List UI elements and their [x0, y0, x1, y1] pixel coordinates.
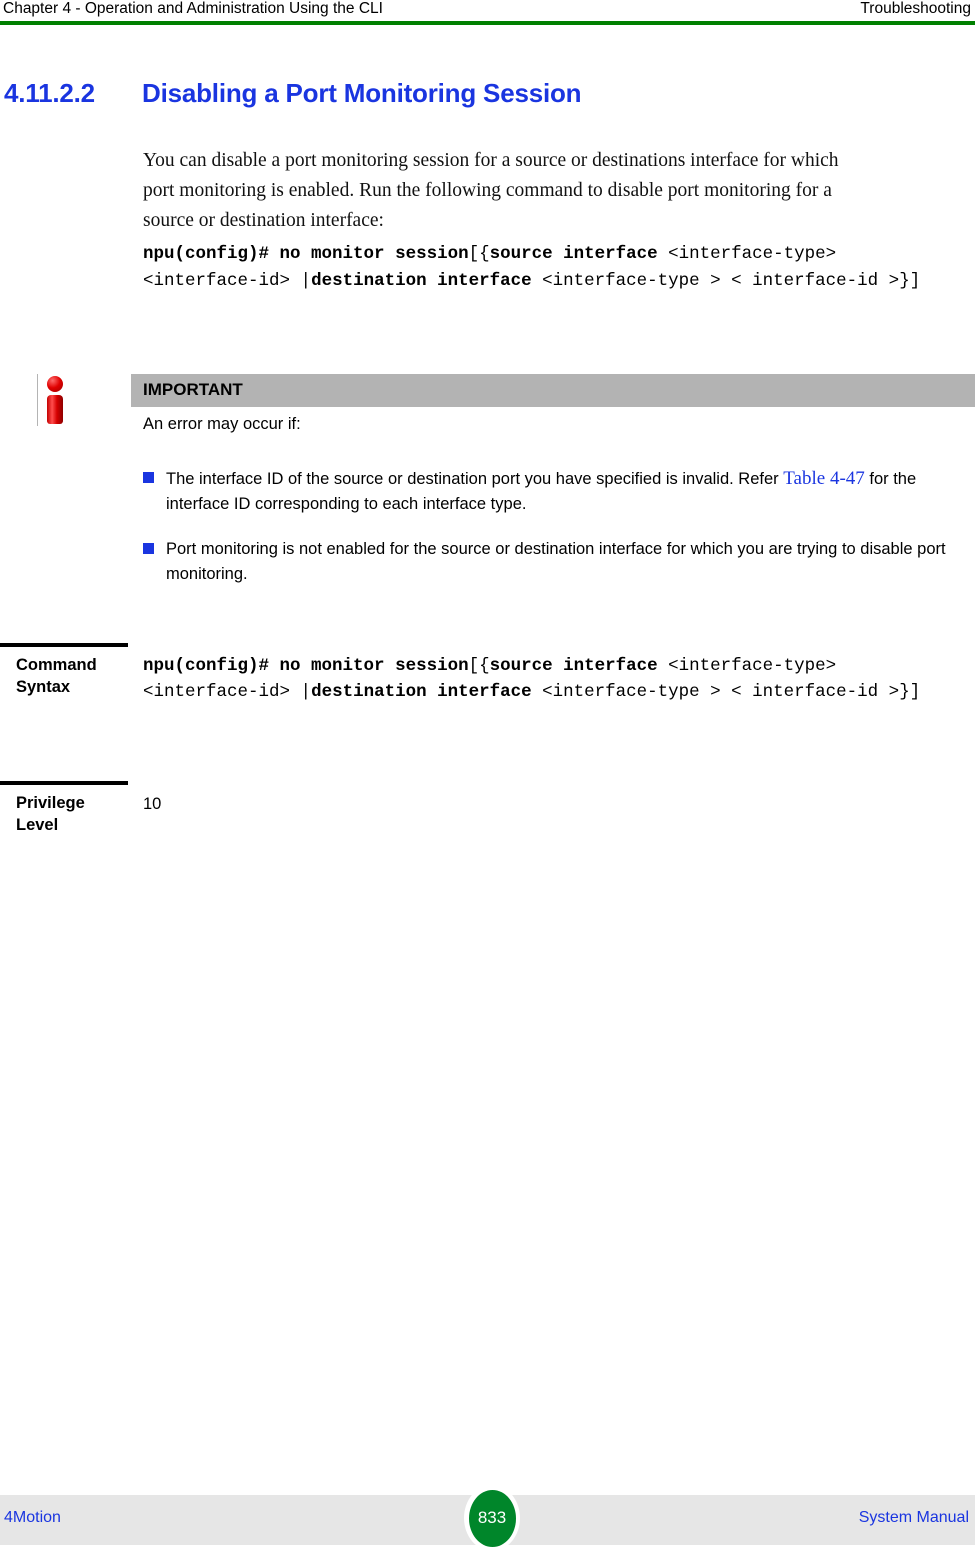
- cs-keyword-destination-interface: destination interface: [311, 682, 532, 702]
- info-important-icon: [42, 376, 68, 424]
- cs-open-bracket: [{: [468, 656, 490, 676]
- header-chapter-title: Chapter 4 - Operation and Administration…: [3, 0, 383, 17]
- footer-product-name[interactable]: 4Motion: [4, 1509, 61, 1527]
- command-keyword-destination-interface: destination interface: [311, 271, 532, 291]
- bullet-1-text-before: The interface ID of the source or destin…: [166, 470, 779, 488]
- command-syntax-label: Command Syntax: [16, 654, 134, 698]
- list-item-text: The interface ID of the source or destin…: [166, 466, 963, 517]
- command-pipe: |: [300, 271, 312, 291]
- callout-bullet-list: The interface ID of the source or destin…: [0, 466, 975, 607]
- section-number: 4.11.2.2: [4, 78, 95, 108]
- cs-pipe: |: [300, 682, 312, 702]
- command-arg-destination: <interface-type > < interface-id >: [542, 271, 900, 291]
- command-syntax-label-line2: Syntax: [16, 678, 71, 696]
- page-number-disc: 833: [468, 1489, 516, 1547]
- page-title: 4.11.2.2 Disabling a Port Monitoring Sess…: [4, 78, 964, 109]
- cs-keyword-no-monitor-session: no monitor session: [279, 656, 469, 676]
- privilege-level-label-line2: Level: [16, 816, 59, 834]
- info-icon-stem: [47, 395, 63, 424]
- page-number: 833: [477, 1508, 507, 1527]
- list-item: The interface ID of the source or destin…: [0, 466, 975, 517]
- square-bullet-icon: [143, 472, 154, 483]
- header-section-title: Troubleshooting: [860, 0, 971, 17]
- cs-close-bracket: }]: [899, 682, 921, 702]
- callout-title: IMPORTANT: [143, 380, 243, 399]
- list-item-text: Port monitoring is not enabled for the s…: [166, 537, 963, 587]
- section-title-text: Disabling a Port Monitoring Session: [142, 78, 582, 108]
- row-top-rule: [0, 643, 128, 647]
- cs-arg-destination: <interface-type > < interface-id >: [542, 682, 900, 702]
- cs-prompt: npu(config)#: [143, 656, 270, 676]
- command-syntax-value: npu(config)# no monitor session[{source …: [143, 653, 958, 705]
- command-syntax-inline: npu(config)# no monitor session[{source …: [143, 241, 943, 295]
- command-syntax-label-line1: Command: [16, 656, 97, 674]
- callout-title-bar: IMPORTANT: [131, 374, 975, 407]
- command-keyword-no-monitor-session: no monitor session: [279, 244, 469, 264]
- command-keyword-source-interface: source interface: [489, 244, 658, 264]
- callout-left-rule: [37, 374, 38, 426]
- page-number-badge: 833: [464, 1485, 520, 1551]
- privilege-level-label-line1: Privilege: [16, 794, 85, 812]
- command-prompt: npu(config)#: [143, 244, 270, 264]
- header-divider-rule: [0, 21, 975, 25]
- list-item: Port monitoring is not enabled for the s…: [0, 537, 975, 587]
- row-top-rule: [0, 781, 128, 785]
- page-footer: 4Motion 833 System Manual: [0, 1485, 975, 1551]
- cs-keyword-source-interface: source interface: [489, 656, 658, 676]
- privilege-level-label: Privilege Level: [16, 792, 134, 836]
- command-open-bracket: [{: [468, 244, 490, 264]
- command-close-bracket: }]: [899, 271, 921, 291]
- footer-manual-name[interactable]: System Manual: [859, 1509, 969, 1527]
- square-bullet-icon: [143, 543, 154, 554]
- callout-intro-text: An error may occur if:: [143, 415, 301, 433]
- info-icon-dot: [47, 376, 63, 392]
- table-cross-reference-link[interactable]: Table 4-47: [783, 468, 865, 489]
- intro-paragraph: You can disable a port monitoring sessio…: [143, 149, 839, 231]
- bullet-2-text: Port monitoring is not enabled for the s…: [166, 540, 946, 583]
- privilege-level-value: 10: [143, 795, 162, 813]
